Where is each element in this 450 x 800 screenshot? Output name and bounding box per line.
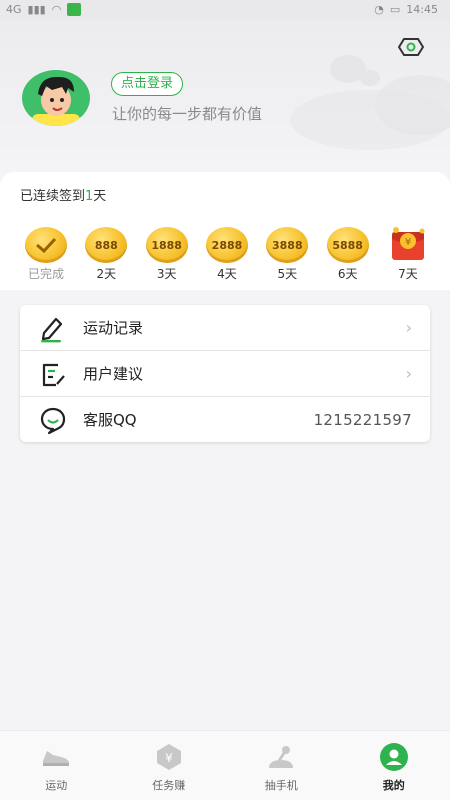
coin-icon: 3888 (266, 227, 309, 263)
signin-days: 已完成 888 2天 1888 3天 2888 4天 3888 5天 5888 … (22, 227, 432, 282)
signal-icon: ▮▮▮ (27, 3, 46, 16)
checkmark-coin-icon (25, 227, 67, 263)
yuan-hexagon-icon: ¥ (154, 743, 184, 771)
tab-mine[interactable]: 我的 (338, 731, 450, 800)
signin-card: 已连续签到1天 已完成 888 2天 1888 3天 2888 4天 3888 … (0, 172, 450, 290)
avatar-illustration (22, 70, 90, 126)
app-notification-icon (67, 3, 82, 16)
menu-item-exercise-record[interactable]: 运动记录 › (20, 305, 430, 350)
red-packet-symbol: ¥ (405, 237, 411, 248)
coin-icon: 888 (85, 227, 128, 263)
tab-label: 抽手机 (264, 779, 298, 792)
tab-exercise[interactable]: 运动 (0, 731, 113, 800)
day-label: 2天 (96, 267, 117, 281)
coin-icon: 1888 (145, 227, 188, 263)
tagline: 让你的每一步都有价值 (112, 105, 263, 123)
day-label: 7天 (398, 267, 418, 281)
cloud-decoration (360, 70, 380, 86)
signin-day-2[interactable]: 888 2天 (82, 227, 130, 282)
chevron-right-icon: › (405, 364, 412, 383)
red-packet-icon: ¥ (391, 227, 425, 260)
tab-label: 任务赚 (152, 779, 186, 792)
status-bar: 4G ▮▮▮ ◠ ◔ ▭ 14:45 (0, 0, 450, 20)
alarm-icon: ◔ (374, 3, 384, 16)
avatar[interactable] (22, 70, 90, 126)
chevron-right-icon: › (405, 318, 412, 337)
coin-icon: 2888 (205, 227, 248, 263)
support-qq-number: 1215221597 (313, 410, 412, 429)
bottom-tab-bar: 运动 ¥ 任务赚 抽手机 我的 (0, 730, 450, 800)
menu-item-label: 用户建议 (83, 365, 144, 383)
streak-text: 已连续签到1天 (20, 185, 106, 204)
joystick-icon (266, 743, 296, 771)
signin-day-4[interactable]: 2888 4天 (203, 227, 251, 282)
signin-day-6[interactable]: 5888 6天 (324, 227, 372, 282)
streak-suffix: 天 (93, 189, 107, 204)
chat-bubble-icon (40, 407, 66, 434)
network-indicator: 4G (6, 3, 22, 16)
tab-tasks[interactable]: ¥ 任务赚 (113, 731, 226, 800)
menu-card: 运动记录 › 用户建议 › 客服QQ 1215221597 (20, 305, 430, 442)
menu-item-label: 客服QQ (83, 411, 137, 429)
day-label: 3天 (156, 267, 177, 281)
status-right: ◔ ▭ 14:45 (374, 3, 438, 16)
day-label: 5天 (277, 267, 298, 281)
settings-button[interactable] (398, 36, 424, 58)
battery-icon: ▭ (389, 3, 401, 16)
day-label: 4天 (217, 267, 237, 281)
signin-day-3[interactable]: 1888 3天 (143, 227, 191, 282)
streak-prefix: 已连续签到 (20, 189, 86, 204)
day-label: 已完成 (27, 267, 64, 281)
feedback-edit-icon (42, 363, 65, 386)
signin-day-1[interactable]: 已完成 (22, 227, 70, 282)
wifi-icon: ◠ (51, 3, 62, 16)
tab-label: 运动 (45, 779, 68, 792)
user-icon (379, 743, 409, 771)
day-label: 6天 (337, 267, 358, 281)
signin-day-7[interactable]: ¥ 7天 (384, 227, 432, 282)
profile-header: 点击登录 让你的每一步都有价值 (0, 20, 450, 175)
menu-item-support-qq[interactable]: 客服QQ 1215221597 (20, 397, 430, 442)
shoe-icon (41, 743, 71, 771)
signin-day-5[interactable]: 3888 5天 (263, 227, 311, 282)
status-left: 4G ▮▮▮ ◠ (6, 3, 82, 16)
login-button[interactable]: 点击登录 (111, 72, 184, 96)
status-time: 14:45 (406, 3, 438, 16)
tab-lottery[interactable]: 抽手机 (225, 731, 338, 800)
svg-text:¥: ¥ (165, 751, 173, 765)
menu-item-label: 运动记录 (83, 319, 144, 337)
pencil-icon (41, 317, 63, 342)
coin-icon: 5888 (326, 227, 369, 263)
cloud-decoration (290, 90, 450, 150)
tab-label: 我的 (382, 779, 405, 792)
settings-icon (398, 38, 424, 56)
menu-item-user-feedback[interactable]: 用户建议 › (20, 351, 430, 396)
